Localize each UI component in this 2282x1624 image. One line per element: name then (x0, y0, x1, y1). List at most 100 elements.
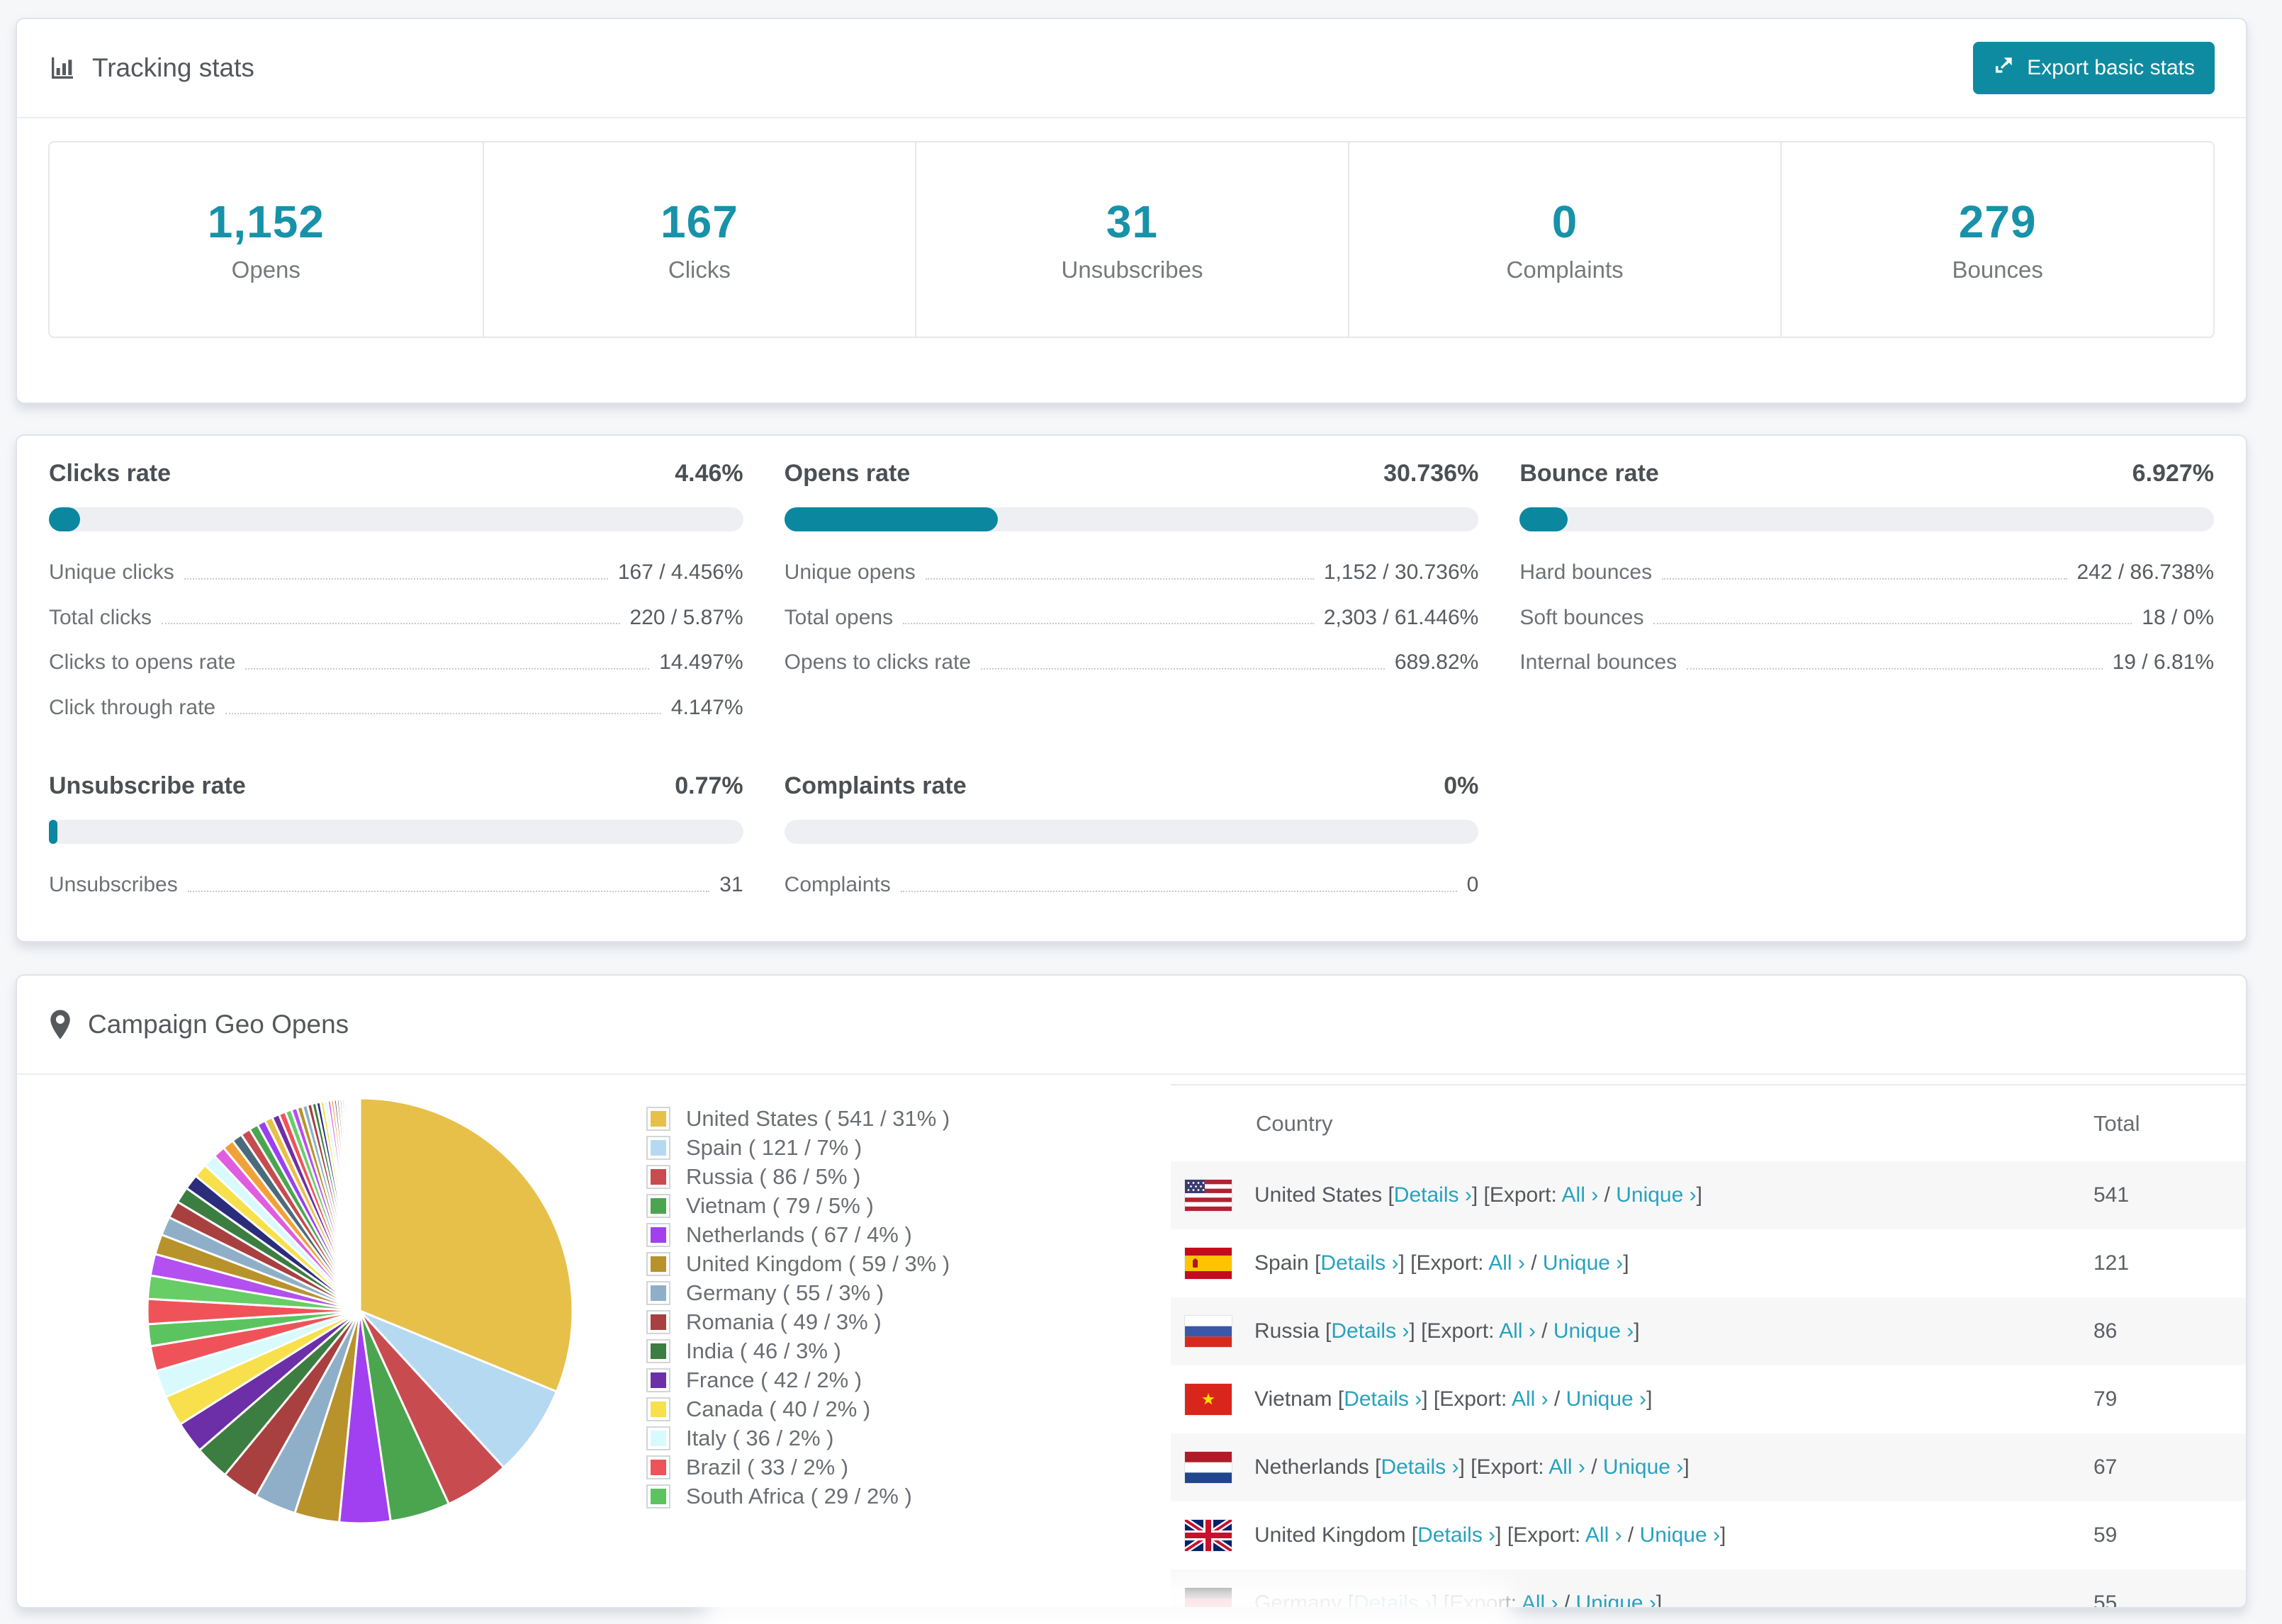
geo-table-header: Country Total (1171, 1084, 2246, 1161)
country-name: Russia (1254, 1319, 1326, 1343)
stat-value: 1,152 (207, 196, 325, 247)
country-name: Netherlands (1254, 1455, 1376, 1479)
slash: / (1548, 1387, 1566, 1411)
dotted-leader (225, 713, 661, 714)
export-unique-link-united-kingdom[interactable]: Unique › (1640, 1523, 1720, 1547)
country-cell: United Kingdom [Details ›] [Export: All … (1185, 1520, 2093, 1551)
rate-row-value: 167 / 4.456% (617, 560, 743, 584)
details-link-united-states[interactable]: Details › (1394, 1183, 1472, 1207)
bracket: ] [Export: (1471, 1183, 1562, 1207)
summary-stats-row: 1,152 Opens 167 Clicks 31 Unsubscribes 0 Compla… (48, 141, 2215, 338)
nl-flag-icon (1185, 1452, 1232, 1483)
bounce-rate-block: Bounce rate 6.927% Hard bounces 242 / 86.73… (1519, 460, 2214, 730)
stat-bounces: 279 Bounces (1780, 142, 2213, 337)
legend-label: Spain ( 121 / 7% ) (686, 1134, 862, 1160)
details-link-united-kingdom[interactable]: Details › (1417, 1523, 1495, 1547)
legend-item-russia: Russia ( 86 / 5% ) (646, 1162, 950, 1191)
rate-header: Clicks rate 4.46% (49, 460, 743, 487)
legend-item-spain: Spain ( 121 / 7% ) (646, 1133, 950, 1162)
details-link-vietnam[interactable]: Details › (1344, 1387, 1422, 1411)
rate-rows: Unique opens 1,152 / 30.736% Total opens 2,… (785, 550, 1479, 685)
export-unique-link-spain[interactable]: Unique › (1543, 1251, 1623, 1275)
total-opens-row: Total opens 2,303 / 61.446% (785, 595, 1479, 641)
rate-progress-bar (49, 507, 743, 531)
legend-swatch (646, 1426, 670, 1450)
export-unique-link-germany[interactable]: Unique › (1576, 1591, 1656, 1607)
export-all-link-netherlands[interactable]: All › (1548, 1455, 1585, 1479)
rate-title: Clicks rate (49, 460, 171, 487)
legend-label: Vietnam ( 79 / 5% ) (686, 1192, 874, 1218)
export-all-link-united-kingdom[interactable]: All › (1585, 1523, 1622, 1547)
rate-row-value: 220 / 5.87% (629, 605, 743, 629)
opens-to-clicks-rate-row: Opens to clicks rate 689.82% (785, 640, 1479, 685)
geo-legend: United States ( 541 / 31% ) Spain ( 121 /… (646, 1104, 950, 1511)
dotted-leader (1662, 577, 2067, 580)
country-name: United Kingdom (1254, 1523, 1412, 1547)
country-links: Spain [Details ›] [Export: All › / Uniqu… (1254, 1251, 1629, 1275)
ru-flag-icon (1185, 1316, 1232, 1347)
clicks-rate-block: Clicks rate 4.46% Unique clicks 167 / 4.456… (49, 460, 743, 730)
export-unique-link-netherlands[interactable]: Unique › (1603, 1455, 1683, 1479)
legend-label: Canada ( 40 / 2% ) (686, 1396, 871, 1421)
rate-row-label: Unique opens (784, 560, 916, 584)
dotted-leader (981, 667, 1385, 670)
total-cell: 79 (2093, 1387, 2118, 1411)
rate-title: Opens rate (784, 460, 911, 487)
stat-clicks: 167 Clicks (482, 142, 916, 337)
bracket: ] (1656, 1591, 1663, 1607)
table-row-vietnam: Vietnam [Details ›] [Export: All › / Uni… (1171, 1365, 2246, 1433)
opens-rate-block: Opens rate 30.736% Unique opens 1,152 / 30.… (784, 460, 1479, 730)
total-cell: 121 (2093, 1251, 2130, 1275)
unsubscribe-rate-block: Unsubscribe rate 0.77% Unsubscribes 31 (49, 772, 743, 908)
stat-opens: 1,152 Opens (50, 142, 483, 337)
slash: / (1621, 1523, 1640, 1547)
table-row-russia: Russia [Details ›] [Export: All › / Uniq… (1171, 1297, 2246, 1365)
rate-row-label: Total clicks (49, 605, 152, 629)
legend-label: France ( 42 / 2% ) (686, 1367, 862, 1392)
rate-progress-bar (1519, 507, 2214, 531)
rate-value: 0% (1444, 772, 1479, 799)
details-link-netherlands[interactable]: Details › (1381, 1455, 1458, 1479)
export-all-link-russia[interactable]: All › (1499, 1319, 1536, 1343)
rate-row-value: 18 / 0% (2142, 605, 2214, 629)
us-flag-icon (1185, 1180, 1232, 1211)
rate-title: Complaints rate (784, 772, 967, 799)
bracket: ] (1696, 1183, 1702, 1207)
rate-row-label: Complaints (784, 873, 891, 896)
rate-progress-bar (49, 820, 743, 844)
details-link-spain[interactable]: Details › (1320, 1251, 1398, 1275)
rate-row-label: Soft bounces (1519, 605, 1644, 629)
rate-progress-bar (784, 507, 1479, 531)
rate-header: Unsubscribe rate 0.77% (49, 772, 743, 800)
legend-item-germany: Germany ( 55 / 3% ) (646, 1278, 950, 1307)
dotted-leader (903, 623, 1314, 624)
country-links: Russia [Details ›] [Export: All › / Uniq… (1254, 1319, 1640, 1343)
export-unique-link-vietnam[interactable]: Unique › (1566, 1387, 1646, 1411)
rate-rows: Unique clicks 167 / 4.456% Total clicks 220… (49, 550, 743, 730)
dotted-leader (1687, 667, 2103, 670)
export-all-link-spain[interactable]: All › (1488, 1251, 1525, 1275)
rate-progress-fill (784, 507, 998, 531)
legend-label: Russia ( 86 / 5% ) (686, 1163, 861, 1189)
bracket: ] [Export: (1398, 1251, 1489, 1275)
export-all-link-united-states[interactable]: All › (1562, 1183, 1599, 1207)
export-all-link-vietnam[interactable]: All › (1512, 1387, 1548, 1411)
details-link-russia[interactable]: Details › (1331, 1319, 1409, 1343)
geo-header: Campaign Geo Opens (17, 976, 2246, 1073)
export-unique-link-united-states[interactable]: Unique › (1616, 1183, 1696, 1207)
stat-label: Unsubscribes (1061, 256, 1203, 283)
export-all-link-germany[interactable]: All › (1522, 1591, 1558, 1607)
legend-label: India ( 46 / 3% ) (686, 1338, 841, 1363)
stat-value: 0 (1551, 196, 1578, 247)
total-cell: 86 (2093, 1319, 2118, 1343)
vn-flag-icon (1185, 1384, 1232, 1415)
country-links: United States [Details ›] [Export: All ›… (1254, 1183, 1702, 1207)
bracket: ] (1623, 1251, 1629, 1275)
tracking-stats-title: Tracking stats (48, 53, 254, 83)
rate-progress-fill (49, 507, 80, 531)
export-basic-stats-button[interactable]: Export basic stats (1973, 42, 2215, 94)
rate-row-value: 2,303 / 61.446% (1323, 605, 1479, 629)
table-row-united-states: United States [Details ›] [Export: All ›… (1171, 1161, 2246, 1229)
legend-item-united-states: United States ( 541 / 31% ) (646, 1104, 950, 1133)
export-unique-link-russia[interactable]: Unique › (1553, 1319, 1634, 1343)
